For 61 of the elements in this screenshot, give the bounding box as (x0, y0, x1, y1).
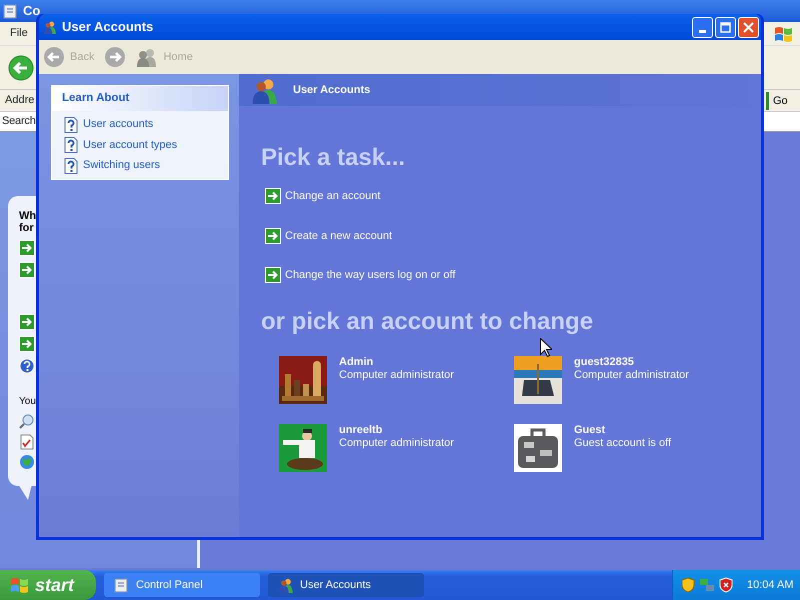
balloon-heading: Wh (19, 210, 38, 222)
header-title: User Accounts (293, 82, 370, 98)
taskbar-button[interactable]: User Accounts (268, 573, 424, 597)
close-button[interactable] (738, 16, 759, 38)
help-link[interactable]: User accounts (83, 116, 154, 133)
minimize-icon (699, 30, 706, 32)
shield-icon (719, 577, 733, 593)
close-icon (743, 22, 754, 32)
account-type: Computer administrator (339, 436, 454, 450)
back-icon[interactable] (8, 55, 34, 81)
account-tile[interactable]: Admin Computer administrator (279, 356, 515, 404)
control-panel-icon (3, 3, 19, 19)
back-icon (43, 46, 65, 68)
account-tile[interactable]: guest32835 Computer administrator (514, 356, 750, 404)
help-icon (64, 116, 78, 132)
forward-icon (104, 46, 126, 68)
shield-icon (681, 577, 695, 593)
globe-icon (19, 454, 35, 470)
account-type: Computer administrator (339, 368, 454, 382)
section-heading: Pick a task... (261, 144, 406, 172)
help-icon (64, 137, 78, 153)
help-icon (64, 158, 78, 174)
task-link[interactable]: Change the way users log on or off (265, 267, 761, 284)
window-title: Co (23, 2, 40, 20)
balloon-text: You (19, 395, 36, 409)
users-icon (136, 47, 158, 67)
balloon-heading: for (19, 222, 35, 234)
menu-item[interactable]: File (10, 25, 28, 42)
account-type: Computer administrator (574, 368, 689, 382)
start-button[interactable]: start (0, 570, 96, 600)
search-label: Search (2, 114, 36, 130)
account-name: Guest (574, 424, 606, 436)
account-tile[interactable]: Guest Guest account is off (514, 424, 750, 472)
account-tile[interactable]: unreeltb Computer administrator (279, 424, 515, 472)
help-link[interactable]: User account types (83, 136, 178, 154)
minimize-button[interactable] (692, 16, 713, 38)
panel-heading: Learn About (52, 86, 228, 112)
mouse-pointer-icon (540, 338, 552, 357)
account-name: unreeltb (339, 424, 384, 436)
account-name: guest32835 (574, 356, 635, 368)
task-link[interactable]: Create a new account (265, 228, 761, 244)
task-link[interactable]: Change an account (265, 188, 761, 204)
users-icon (278, 577, 294, 593)
users-icon (43, 20, 57, 34)
taskbar-button[interactable]: Control Panel (104, 573, 260, 597)
maximize-icon (720, 22, 731, 32)
section-heading: or pick an account to change (261, 308, 594, 336)
account-type: Guest account is off (574, 436, 672, 450)
control-panel-icon (114, 577, 130, 593)
help-icon (19, 358, 35, 374)
window-title: User Accounts (62, 18, 154, 36)
search-icon (19, 414, 35, 430)
document-icon (19, 434, 35, 450)
maximize-button[interactable] (715, 16, 736, 38)
address-label: Addre (5, 93, 34, 108)
windows-logo-icon (773, 24, 795, 44)
account-name: Admin (339, 356, 374, 368)
windows-logo-icon (10, 576, 30, 594)
clock: 10:04 AM (747, 578, 794, 593)
network-icon (699, 577, 715, 593)
help-link[interactable]: Switching users (83, 157, 160, 174)
